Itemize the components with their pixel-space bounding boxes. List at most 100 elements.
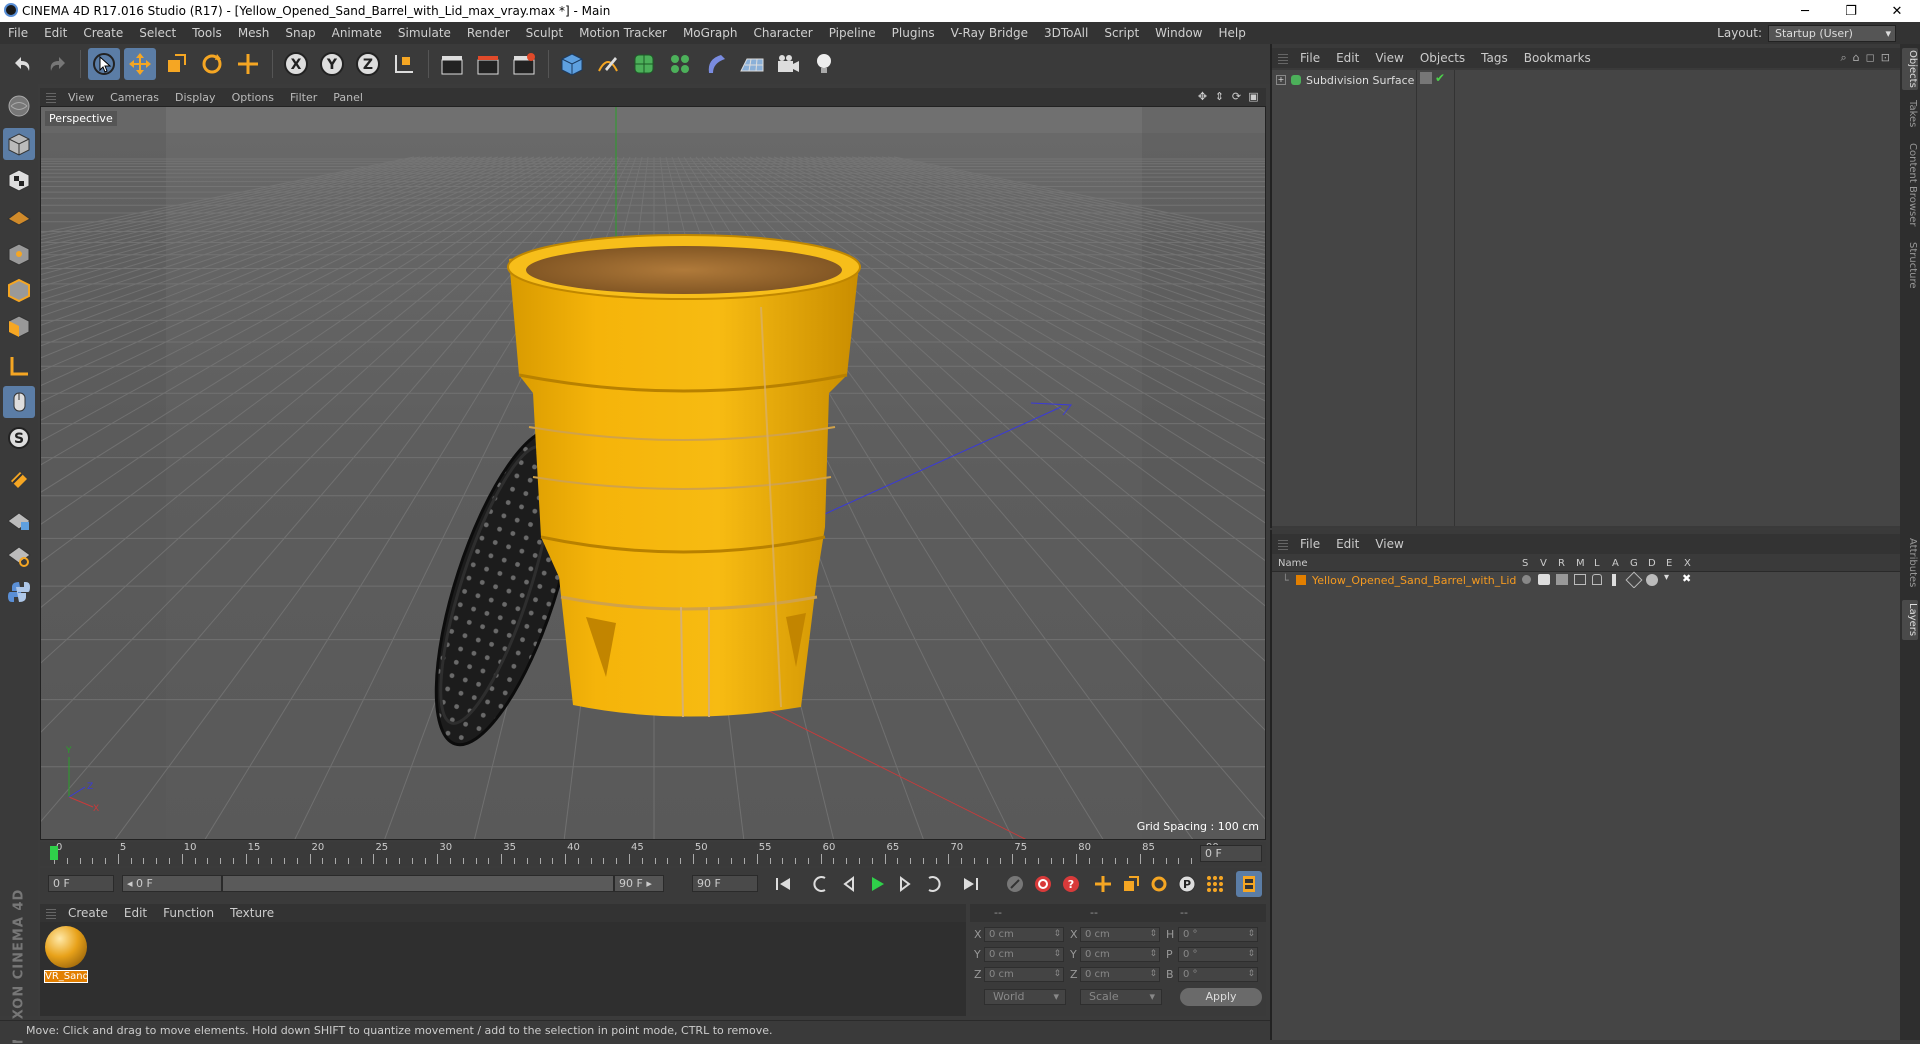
render-settings-button[interactable] [508, 48, 540, 80]
rotation-key-button[interactable] [1146, 871, 1172, 897]
end-frame-field[interactable]: 90 F [692, 875, 758, 892]
perspective-viewport[interactable]: Y Z X Perspective Grid Spacing : 100 cm [40, 106, 1266, 840]
panel-grip-icon[interactable] [46, 91, 56, 103]
floor-button[interactable] [736, 48, 768, 80]
coord-pos-y-field[interactable]: 0 cm [984, 947, 1064, 962]
python-button[interactable] [3, 576, 35, 608]
layer-visible-eye-icon[interactable] [1538, 574, 1550, 585]
tab-takes[interactable]: Takes [1902, 98, 1918, 130]
play-button[interactable] [864, 871, 890, 897]
tab-attributes[interactable]: Attributes [1902, 534, 1918, 592]
viewport-menu-panel[interactable]: Panel [325, 91, 371, 104]
home-icon[interactable]: ⌂ [1853, 51, 1866, 64]
viewport-menu-options[interactable]: Options [224, 91, 282, 104]
expand-toggle-icon[interactable]: + [1276, 75, 1286, 85]
camera-button[interactable] [772, 48, 804, 80]
menu-mograph[interactable]: MoGraph [675, 26, 746, 40]
spline-pen-button[interactable] [592, 48, 624, 80]
layer-deformer-icon[interactable] [1646, 574, 1658, 586]
viewport-menu-display[interactable]: Display [167, 91, 224, 104]
menu-file[interactable]: File [0, 26, 36, 40]
menu-character[interactable]: Character [745, 26, 820, 40]
transform-tool-button[interactable] [232, 48, 264, 80]
apply-button[interactable]: Apply [1180, 988, 1262, 1006]
obj-menu-edit[interactable]: Edit [1328, 51, 1367, 65]
position-key-button[interactable] [1090, 871, 1116, 897]
coord-rot-h-field[interactable]: 0 ° [1178, 927, 1258, 942]
make-editable-button[interactable] [3, 90, 35, 122]
range-slider-track[interactable] [222, 875, 614, 892]
material-menu-create[interactable]: Create [60, 906, 116, 920]
render-view-button[interactable] [436, 48, 468, 80]
obj-menu-tags[interactable]: Tags [1473, 51, 1516, 65]
obj-menu-file[interactable]: File [1292, 51, 1328, 65]
menu-help[interactable]: Help [1210, 26, 1253, 40]
layer-menu-view[interactable]: View [1367, 537, 1411, 551]
obj-menu-view[interactable]: View [1367, 51, 1411, 65]
coord-size-mode-dropdown[interactable]: Scale [1080, 989, 1162, 1005]
points-mode-button[interactable] [3, 238, 35, 270]
planar-workplane-button[interactable] [3, 540, 35, 572]
current-frame-marker[interactable] [50, 846, 58, 860]
material-menu-function[interactable]: Function [155, 906, 222, 920]
x-axis-lock-button[interactable]: X [280, 48, 312, 80]
deformer-button[interactable] [700, 48, 732, 80]
scale-key-button[interactable] [1118, 871, 1144, 897]
menu-motion-tracker[interactable]: Motion Tracker [571, 26, 675, 40]
coord-size-y-field[interactable]: 0 cm [1080, 947, 1160, 962]
texture-mode-button[interactable] [3, 164, 35, 196]
layout-dropdown[interactable]: Startup (User) [1768, 24, 1896, 42]
redo-button[interactable] [42, 48, 74, 80]
menu-script[interactable]: Script [1096, 26, 1147, 40]
tab-structure[interactable]: Structure [1902, 240, 1918, 290]
menu-select[interactable]: Select [131, 26, 184, 40]
restore-button[interactable]: ❐ [1828, 0, 1874, 22]
range-end-slider[interactable]: 90 F ▸ [614, 875, 664, 892]
coord-pos-z-field[interactable]: 0 cm [984, 967, 1064, 982]
range-start-slider[interactable]: ◂ 0 F [122, 875, 222, 892]
tweak-mode-button[interactable] [3, 386, 35, 418]
coord-rot-b-field[interactable]: 0 ° [1178, 967, 1258, 982]
menu-simulate[interactable]: Simulate [390, 26, 459, 40]
next-frame-button[interactable] [892, 871, 918, 897]
menu-tools[interactable]: Tools [184, 26, 230, 40]
material-menu-edit[interactable]: Edit [116, 906, 155, 920]
menu-edit[interactable]: Edit [36, 26, 75, 40]
record-active-objects-button[interactable] [1002, 871, 1028, 897]
point-level-key-button[interactable] [1202, 871, 1228, 897]
layer-lock-icon[interactable] [1592, 574, 1602, 585]
tab-layers[interactable]: Layers [1902, 600, 1918, 640]
workplane-mode-button[interactable] [3, 200, 35, 232]
scale-tool-button[interactable] [160, 48, 192, 80]
goto-end-button[interactable] [958, 871, 984, 897]
tab-content-browser[interactable]: Content Browser [1902, 140, 1918, 230]
expand-icon[interactable]: ⊡ [1881, 51, 1896, 64]
object-row-subdivision-surface[interactable]: + Subdivision Surface [1276, 72, 1414, 88]
material-menu-texture[interactable]: Texture [222, 906, 282, 920]
toggle-layout-icon[interactable]: ▣ [1247, 90, 1260, 103]
pan-view-icon[interactable]: ✥ [1196, 90, 1209, 103]
layer-row[interactable]: └ Yellow_Opened_Sand_Barrel_with_Lid ▾ ✖ [1272, 571, 1902, 589]
move-tool-button[interactable] [124, 48, 156, 80]
menu-3dtoall[interactable]: 3DToAll [1036, 26, 1096, 40]
coord-pos-x-field[interactable]: 0 cm [984, 927, 1064, 942]
cube-primitive-button[interactable] [556, 48, 588, 80]
layer-xref-icon[interactable]: ✖ [1682, 572, 1691, 585]
coord-size-x-field[interactable]: 0 cm [1080, 927, 1160, 942]
viewport-menu-filter[interactable]: Filter [282, 91, 325, 104]
search-icon[interactable]: ⌕ [1840, 51, 1852, 64]
rotate-view-icon[interactable]: ⟳ [1230, 90, 1243, 103]
goto-next-key-button[interactable] [920, 871, 946, 897]
undo-button[interactable] [6, 48, 38, 80]
material-swatch[interactable]: VR_Sand [44, 926, 88, 984]
menu-create[interactable]: Create [75, 26, 131, 40]
y-axis-lock-button[interactable]: Y [316, 48, 348, 80]
keyframe-selection-button[interactable]: ? [1058, 871, 1084, 897]
menu-plugins[interactable]: Plugins [884, 26, 943, 40]
layer-animation-icon[interactable] [1612, 574, 1616, 586]
previous-frame-button[interactable] [836, 871, 862, 897]
menu-sculpt[interactable]: Sculpt [518, 26, 571, 40]
timeline-ruler[interactable]: 051015202530354045505560657075808590 0 F [40, 842, 1266, 866]
tab-objects[interactable]: Objects [1902, 48, 1918, 90]
layer-panel-grip-icon[interactable] [1278, 538, 1288, 550]
